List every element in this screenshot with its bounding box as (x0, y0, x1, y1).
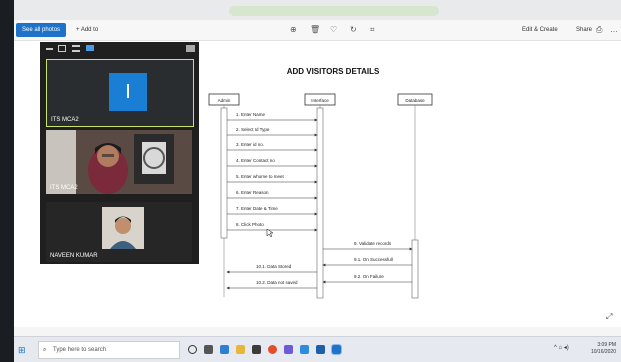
message-label: 6. Enter Reason (236, 190, 269, 195)
message-label: 9.1. On Successfull (354, 257, 393, 262)
restore-icon[interactable] (58, 45, 66, 52)
participant-name: ITS MCA2 (51, 117, 79, 123)
grid-view-icon[interactable] (86, 45, 94, 51)
mail-icon[interactable] (300, 345, 309, 354)
clock-time: 3:09 PM (597, 342, 616, 348)
participant-tile[interactable]: I ITS MCA2 (46, 59, 194, 127)
lifeline-interface-label: Interface (311, 98, 329, 103)
file-explorer-icon[interactable] (236, 345, 245, 354)
message-label: 10.2. Data not saved (256, 280, 298, 285)
list-view-icon[interactable] (72, 45, 80, 52)
desktop-screen: See all photos + Add to ⊕ 🗑 ♡ ↻ ⌗ Edit &… (14, 0, 621, 362)
participant-initial-avatar: I (109, 73, 147, 111)
activation-admin (220, 107, 228, 239)
message-label: 2. Select Id Type (236, 127, 270, 132)
expand-icon[interactable]: ⤢ (606, 312, 612, 322)
minimize-icon[interactable] (46, 48, 53, 50)
task-view-icon[interactable] (204, 345, 213, 354)
video-call-panel: I ITS MCA2 ITS MCA2 NAVEEN KUMAR (40, 42, 199, 264)
participant-name: NAVEEN KUMAR (50, 253, 98, 259)
teams-icon[interactable] (284, 345, 293, 354)
message-label: 7. Enter Date & Time (236, 206, 278, 211)
activation-database (411, 239, 419, 299)
participant-name: ITS MCA2 (50, 185, 78, 191)
windows-start-icon[interactable]: ⊞ (18, 345, 26, 356)
participant-tile[interactable]: NAVEEN KUMAR (46, 202, 192, 262)
message-label: 1. Enter Name (236, 112, 266, 117)
taskbar-search-box[interactable]: ⌕ Type here to search (38, 341, 180, 359)
clock-date: 10/16/2020 (590, 349, 616, 355)
search-icon: ⌕ (43, 347, 47, 353)
system-tray-icons[interactable]: ^ ⌂ ◂) (554, 345, 569, 352)
message-label: 10.1. Data Stored (256, 264, 292, 269)
chrome-icon[interactable] (268, 345, 277, 354)
message-label: 8. Click Photo (236, 222, 264, 227)
message-label: 9.2. On Failure (354, 274, 384, 279)
store-icon[interactable] (252, 345, 261, 354)
word-icon[interactable] (316, 345, 325, 354)
cortana-icon[interactable] (188, 345, 197, 354)
message-label: 5. Enter whome to meet (236, 174, 285, 179)
photos-icon[interactable] (331, 344, 342, 355)
lifeline-database-label: Database (405, 98, 425, 103)
message-label: 3. Enter id no. (236, 142, 264, 147)
edge-icon[interactable] (220, 345, 229, 354)
lifeline-admin-label: Admin (218, 98, 231, 103)
message-label: 9. Validate records (354, 241, 392, 246)
windows-taskbar: ⊞ ⌕ Type here to search ^ ⌂ ◂) 3:09 PM 1… (14, 336, 621, 362)
layout-icon[interactable] (186, 45, 195, 52)
message-label: 4. Enter Contact no (236, 158, 275, 163)
participant-tile[interactable]: ITS MCA2 (46, 130, 192, 194)
taskbar-clock[interactable]: 3:09 PM 10/16/2020 (586, 342, 616, 356)
call-panel-toolbar (40, 42, 199, 56)
search-placeholder: Type here to search (53, 347, 107, 353)
activation-interface (316, 107, 324, 299)
